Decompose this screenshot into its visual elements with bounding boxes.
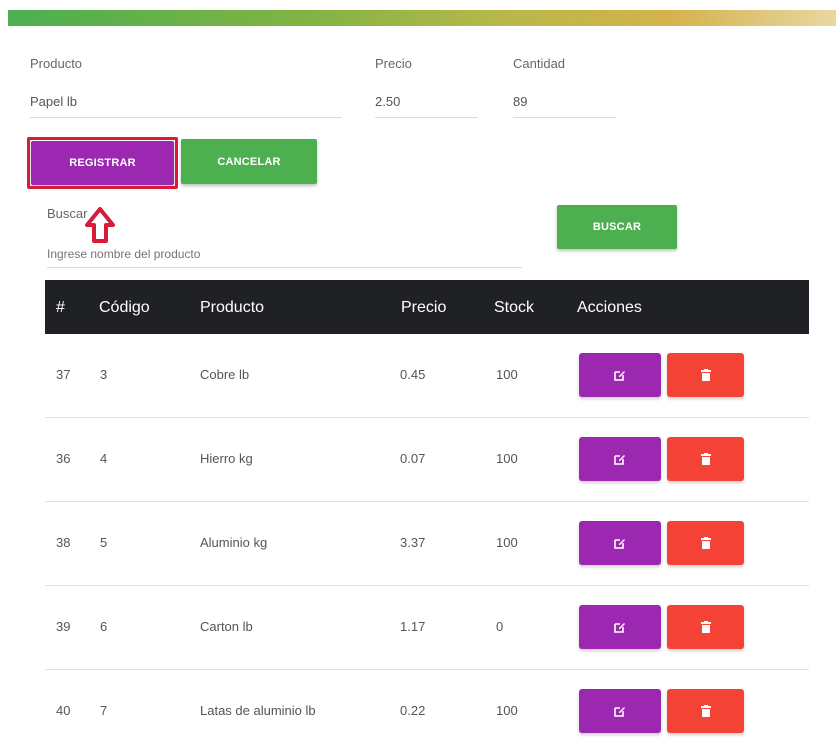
row-precio: 0.22 — [400, 703, 426, 718]
row-codigo: 7 — [100, 703, 108, 718]
search-input[interactable] — [47, 240, 522, 268]
delete-button[interactable] — [667, 353, 744, 397]
row-codigo: 3 — [100, 367, 108, 382]
cantidad-field[interactable]: 89 — [513, 94, 616, 118]
precio-field[interactable]: 2.50 — [375, 94, 478, 118]
header-stock: Stock — [494, 299, 535, 316]
trash-icon — [700, 621, 711, 633]
row-id: 39 — [56, 619, 71, 634]
delete-button[interactable] — [667, 689, 744, 733]
row-codigo: 6 — [100, 619, 108, 634]
edit-button[interactable] — [579, 437, 661, 481]
header-acciones: Acciones — [577, 299, 642, 316]
edit-button[interactable] — [579, 689, 661, 733]
table-row: 40 7 Latas de aluminio lb 0.22 100 — [45, 670, 809, 738]
table-row: 37 3 Cobre lb 0.45 100 — [45, 334, 809, 418]
row-precio: 1.17 — [400, 619, 426, 634]
row-stock: 100 — [496, 451, 518, 466]
trash-icon — [700, 453, 711, 465]
edit-button[interactable] — [579, 353, 661, 397]
edit-icon — [614, 623, 625, 633]
row-stock: 100 — [496, 535, 518, 550]
cancel-button[interactable]: CANCELAR — [181, 139, 317, 184]
cantidad-label: Cantidad — [513, 56, 566, 71]
edit-icon — [614, 539, 625, 549]
row-codigo: 5 — [100, 535, 108, 550]
trash-icon — [700, 705, 711, 717]
header-precio: Precio — [401, 299, 447, 316]
register-highlight-box — [27, 137, 178, 189]
row-id: 40 — [56, 703, 71, 718]
row-id: 38 — [56, 535, 71, 550]
row-producto: Cobre lb — [200, 367, 250, 382]
table-header: # Código Producto Precio Stock Acciones — [45, 280, 809, 334]
row-precio: 3.37 — [400, 535, 426, 550]
delete-button[interactable] — [667, 521, 744, 565]
trash-icon — [700, 369, 711, 381]
row-producto: Carton lb — [200, 619, 253, 634]
row-codigo: 4 — [100, 451, 108, 466]
table-row: 39 6 Carton lb 1.17 0 — [45, 586, 809, 670]
row-producto: Latas de aluminio lb — [200, 703, 316, 718]
row-stock: 100 — [496, 703, 518, 718]
header-producto: Producto — [200, 299, 265, 316]
edit-button[interactable] — [579, 521, 661, 565]
row-producto: Hierro kg — [200, 451, 253, 466]
edit-icon — [614, 455, 625, 465]
producto-label: Producto — [30, 56, 83, 71]
edit-icon — [614, 371, 625, 381]
delete-button[interactable] — [667, 437, 744, 481]
row-stock: 100 — [496, 367, 518, 382]
row-id: 37 — [56, 367, 71, 382]
header-number: # — [56, 299, 65, 316]
table-row: 38 5 Aluminio kg 3.37 100 — [45, 502, 809, 586]
row-producto: Aluminio kg — [200, 535, 268, 550]
edit-button[interactable] — [579, 605, 661, 649]
table-row: 36 4 Hierro kg 0.07 100 — [45, 418, 809, 502]
top-gradient-bar — [8, 10, 836, 26]
row-precio: 0.45 — [400, 367, 426, 382]
producto-field[interactable]: Papel lb — [30, 94, 342, 118]
trash-icon — [700, 537, 711, 549]
search-label: Buscar — [47, 206, 88, 221]
edit-icon — [614, 707, 625, 717]
delete-button[interactable] — [667, 605, 744, 649]
header-codigo: Código — [99, 299, 150, 316]
precio-label: Precio — [375, 56, 412, 71]
search-button[interactable]: BUSCAR — [557, 205, 677, 249]
row-precio: 0.07 — [400, 451, 426, 466]
row-id: 36 — [56, 451, 71, 466]
arrow-up-icon — [85, 207, 115, 243]
row-stock: 0 — [496, 619, 504, 634]
